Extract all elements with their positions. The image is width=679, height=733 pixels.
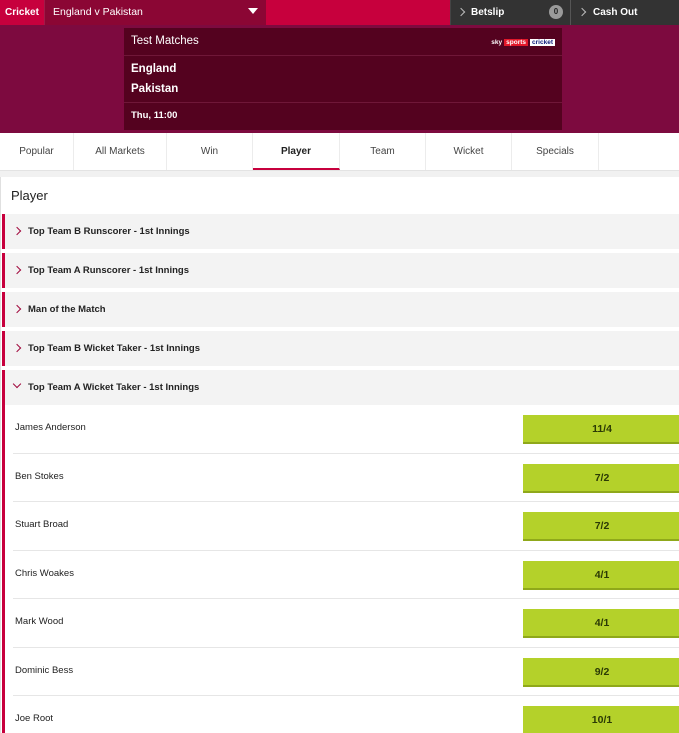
market-header[interactable]: Top Team B Runscorer - 1st Innings (2, 214, 679, 249)
cash-out-button[interactable]: Cash Out (570, 0, 679, 25)
runner-name: James Anderson (15, 422, 86, 433)
runner-name: Mark Wood (15, 616, 64, 627)
event-card: Test Matches sky sports cricket England … (124, 28, 562, 130)
list-item: Chris Woakes 4/1 (13, 551, 679, 599)
top-bar: Cricket England v Pakistan Betslip 0 Cas… (0, 0, 679, 25)
runner-list: James Anderson 11/4 Ben Stokes 7/2 Stuar… (2, 405, 679, 733)
runner-name: Joe Root (15, 713, 54, 724)
chevron-right-icon (12, 343, 22, 353)
list-item: Joe Root 10/1 (13, 696, 679, 733)
tab-win[interactable]: Win (167, 133, 253, 170)
competition-name: Test Matches (131, 35, 199, 47)
runner-name: Chris Woakes (15, 567, 74, 579)
market-label: Man of the Match (28, 304, 106, 315)
market-header[interactable]: Man of the Match (2, 292, 679, 327)
chevron-right-icon (12, 226, 22, 236)
runner-name: Ben Stokes (15, 470, 64, 482)
team-away: Pakistan (131, 83, 179, 95)
divider (124, 102, 562, 103)
market-tabs: Popular All Markets Win Player Team Wick… (0, 133, 679, 171)
chevron-right-icon (12, 304, 22, 314)
event-hero: Test Matches sky sports cricket England … (0, 25, 679, 133)
market-label: Top Team B Runscorer - 1st Innings (28, 226, 190, 237)
tab-popular[interactable]: Popular (0, 133, 74, 170)
betslip-button[interactable]: Betslip 0 (450, 0, 570, 25)
odds-button[interactable]: 4/1 (523, 560, 679, 590)
list-item: Dominic Bess 9/2 (13, 648, 679, 696)
odds-button[interactable]: 9/2 (523, 657, 679, 687)
cash-out-label: Cash Out (593, 7, 638, 18)
panel-title: Player (11, 188, 48, 203)
event-selector-label: England v Pakistan (53, 6, 143, 18)
odds-button[interactable]: 7/2 (523, 512, 679, 541)
market-label: Top Team A Wicket Taker - 1st Innings (28, 382, 200, 393)
odds-button[interactable]: 4/1 (523, 609, 679, 638)
tab-player[interactable]: Player (253, 133, 340, 170)
top-bar-spacer (266, 0, 450, 25)
market-label: Top Team B Wicket Taker - 1st Innings (28, 343, 201, 354)
player-markets-panel: Player Top Team B Runscorer - 1st Inning… (0, 177, 679, 733)
chevron-right-icon (12, 265, 22, 275)
start-time: Thu, 11:00 (131, 110, 178, 121)
list-item: Stuart Broad 7/2 (13, 502, 679, 551)
chevron-right-icon (456, 7, 466, 17)
odds-button[interactable]: 10/1 (523, 706, 679, 733)
market-header-expanded[interactable]: Top Team A Wicket Taker - 1st Innings (2, 370, 679, 405)
market-label: Top Team A Runscorer - 1st Innings (28, 265, 189, 276)
runner-name: Dominic Bess (15, 664, 74, 676)
tab-wicket[interactable]: Wicket (426, 133, 512, 170)
sport-label[interactable]: Cricket (0, 0, 44, 25)
list-item: James Anderson 11/4 (13, 405, 679, 454)
divider (124, 55, 562, 56)
market-header[interactable]: Top Team A Runscorer - 1st Innings (2, 253, 679, 288)
betslip-count-badge: 0 (549, 5, 563, 19)
chevron-down-icon (12, 379, 22, 389)
tab-team[interactable]: Team (340, 133, 426, 170)
event-selector[interactable]: England v Pakistan (44, 0, 266, 25)
tab-specials[interactable]: Specials (512, 133, 599, 170)
odds-button[interactable]: 11/4 (523, 415, 679, 444)
betslip-label: Betslip (471, 7, 505, 18)
dropdown-caret-icon (248, 8, 258, 14)
list-item: Mark Wood 4/1 (13, 599, 679, 648)
runner-name: Stuart Broad (15, 519, 69, 530)
list-item: Ben Stokes 7/2 (13, 454, 679, 502)
tab-all-markets[interactable]: All Markets (74, 133, 167, 170)
market-header[interactable]: Top Team B Wicket Taker - 1st Innings (2, 331, 679, 366)
team-home: England (131, 63, 177, 75)
sky-sports-cricket-logo: sky sports cricket (491, 39, 555, 46)
odds-button[interactable]: 7/2 (523, 463, 679, 493)
chevron-right-icon (577, 7, 587, 17)
